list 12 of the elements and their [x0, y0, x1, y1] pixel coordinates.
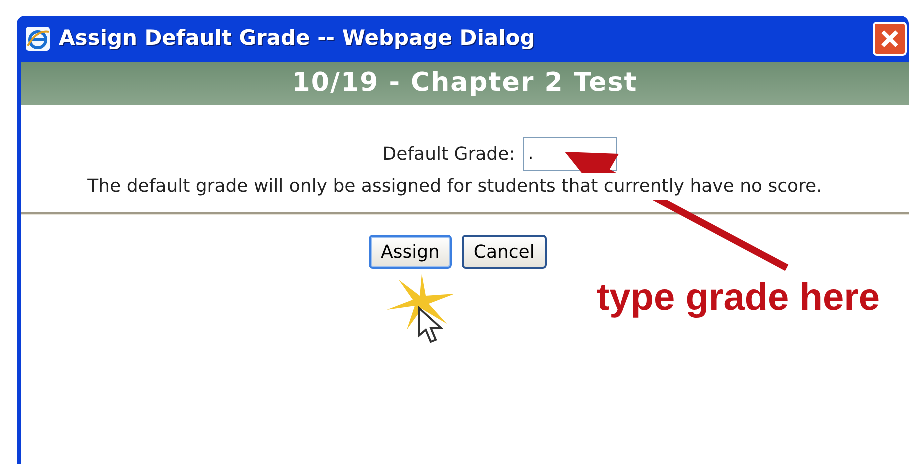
- annotation-text: type grade here: [597, 276, 880, 321]
- browser-icon: [25, 26, 51, 52]
- close-icon: [880, 29, 900, 49]
- dialog-button[interactable]: Assign: [369, 235, 452, 269]
- dialog-button[interactable]: Cancel: [462, 235, 547, 269]
- click-burst-icon: [387, 274, 457, 330]
- note-text: The default grade will only be assigned for students that currently have no score.: [88, 173, 822, 200]
- header-title: 10/19 - Chapter 2 Test: [292, 67, 638, 100]
- close-button[interactable]: [873, 22, 907, 56]
- window-title: Assign Default Grade -- Webpage Dialog: [59, 25, 536, 52]
- cursor-icon: [417, 306, 443, 344]
- default-grade-label: Default Grade:: [382, 142, 516, 166]
